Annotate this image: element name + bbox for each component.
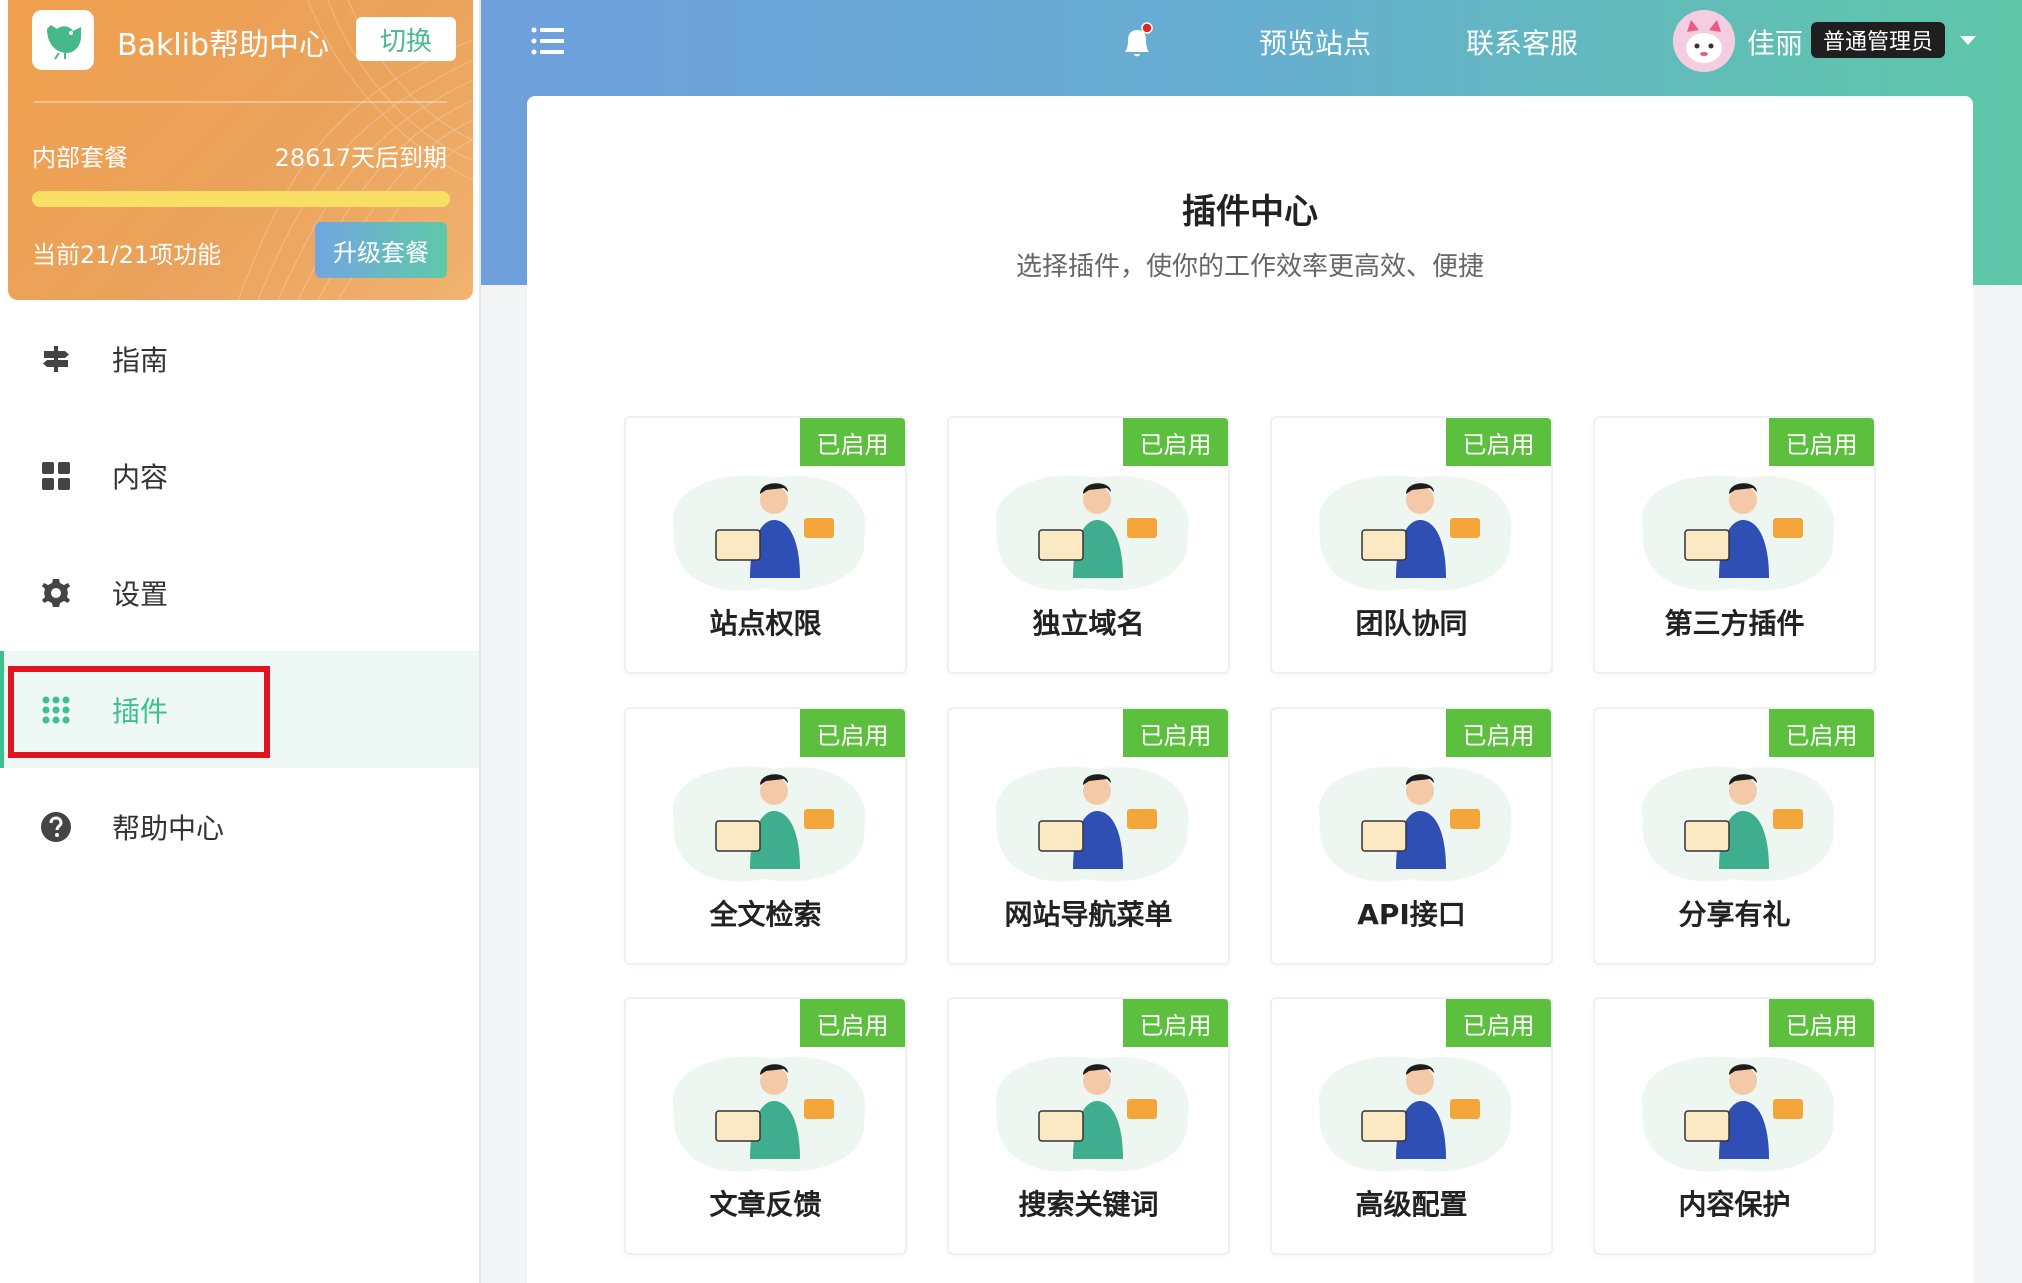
sidebar-item-help-center[interactable]: 帮助中心 xyxy=(0,768,479,885)
enabled-badge: 已启用 xyxy=(1123,418,1228,466)
plugin-illustration-icon xyxy=(1641,1056,1835,1172)
plugin-label: 文章反馈 xyxy=(709,1188,822,1221)
plugin-label: 搜索关键词 xyxy=(1018,1188,1159,1221)
sidebar-item-label: 内容 xyxy=(112,460,169,494)
plugin-card-advanced-config[interactable]: 已启用高级配置 xyxy=(1270,997,1553,1255)
menu-toggle-icon[interactable] xyxy=(531,26,565,60)
user-name[interactable]: 佳丽 xyxy=(1747,22,1803,62)
contact-support-link[interactable]: 联系客服 xyxy=(1466,22,1578,62)
plugin-illustration-icon xyxy=(672,766,866,882)
plugin-card-api-interface[interactable]: 已启用 API接口 xyxy=(1270,707,1553,965)
plugin-center-panel: 插件中心 选择插件，使你的工作效率更高效、便捷 已启用 站点权限 已启用 独立域名 已启… xyxy=(527,96,1973,1283)
plugin-label: 网站导航菜单 xyxy=(1004,898,1173,931)
plugin-card-third-party-plugins[interactable]: 已启用第三方插件 xyxy=(1593,416,1876,674)
enabled-badge: 已启用 xyxy=(800,999,905,1047)
plugin-illustration-icon xyxy=(995,1056,1189,1172)
enabled-badge: 已启用 xyxy=(1123,999,1228,1047)
page-subtitle: 选择插件，使你的工作效率更高效、便捷 xyxy=(1015,252,1484,282)
signpost-icon xyxy=(40,343,72,375)
plugin-label: 独立域名 xyxy=(1032,607,1145,640)
enabled-badge: 已启用 xyxy=(1123,709,1228,757)
sidebar-item-label: 指南 xyxy=(112,343,169,377)
plugin-card-site-permissions[interactable]: 已启用站点权限 xyxy=(624,416,907,674)
plan-card: Baklib帮助中心 切换 内部套餐 28617天后到期 当前21/21项功能 … xyxy=(8,0,473,300)
page-title: 插件中心 xyxy=(1182,192,1318,232)
plan-progress-fill xyxy=(32,191,450,207)
plugin-label: 第三方插件 xyxy=(1664,607,1805,640)
plugin-illustration-icon xyxy=(995,766,1189,882)
question-circle-icon xyxy=(40,811,72,843)
plugin-card-team-collaboration[interactable]: 已启用团队协同 xyxy=(1270,416,1553,674)
sidebar-item-label: 设置 xyxy=(112,577,169,611)
enabled-badge: 已启用 xyxy=(1446,999,1551,1047)
plugin-card-full-text-search[interactable]: 已启用全文检索 xyxy=(624,707,907,965)
plugin-illustration-icon xyxy=(1641,766,1835,882)
plugin-label: 内容保护 xyxy=(1678,1188,1791,1221)
sidebar: Baklib帮助中心 切换 内部套餐 28617天后到期 当前21/21项功能 … xyxy=(0,0,481,1283)
enabled-badge: 已启用 xyxy=(1769,999,1874,1047)
plugin-illustration-icon xyxy=(672,475,866,591)
upgrade-plan-button[interactable]: 升级套餐 xyxy=(315,222,447,278)
gear-icon xyxy=(40,577,72,609)
plugin-card-content-protection[interactable]: 已启用内容保护 xyxy=(1593,997,1876,1255)
grid-icon xyxy=(40,460,72,492)
plugin-illustration-icon xyxy=(672,1056,866,1172)
plugin-card-site-navigation-menu[interactable]: 已启用网站导航菜单 xyxy=(947,707,1230,965)
enabled-badge: 已启用 xyxy=(800,709,905,757)
sidebar-item-guide[interactable]: 指南 xyxy=(0,300,479,417)
plugin-label: 高级配置 xyxy=(1355,1188,1468,1221)
plugin-label: 分享有礼 xyxy=(1678,898,1791,931)
plugin-card-search-keywords[interactable]: 已启用搜索关键词 xyxy=(947,997,1230,1255)
sidebar-nav: 指南 内容 设置 插件 帮助中心 xyxy=(0,300,479,885)
brand-name: Baklib帮助中心 xyxy=(117,28,330,63)
sidebar-item-label: 插件 xyxy=(112,694,169,728)
divider xyxy=(34,101,447,103)
plugin-card-article-feedback[interactable]: 已启用文章反馈 xyxy=(624,997,907,1255)
switch-button[interactable]: 切换 xyxy=(356,17,456,61)
enabled-badge: 已启用 xyxy=(1769,418,1874,466)
plugin-card-custom-domain[interactable]: 已启用独立域名 xyxy=(947,416,1230,674)
plan-expire: 28617天后到期 xyxy=(274,144,447,172)
plan-features: 当前21/21项功能 xyxy=(32,241,222,269)
plugin-label: 站点权限 xyxy=(709,607,822,640)
enabled-badge: 已启用 xyxy=(1446,709,1551,757)
dots-grid-icon xyxy=(40,694,72,726)
plugin-card-share-rewards[interactable]: 已启用分享有礼 xyxy=(1593,707,1876,965)
sidebar-item-plugins[interactable]: 插件 xyxy=(0,651,479,768)
avatar[interactable] xyxy=(1673,10,1735,72)
plugin-illustration-icon xyxy=(1318,1056,1512,1172)
sidebar-item-content[interactable]: 内容 xyxy=(0,417,479,534)
plugin-illustration-icon xyxy=(1641,475,1835,591)
notification-bell-icon[interactable] xyxy=(1117,22,1157,66)
role-badge: 普通管理员 xyxy=(1811,22,1946,58)
plugin-label: 团队协同 xyxy=(1355,607,1468,640)
enabled-badge: 已启用 xyxy=(1769,709,1874,757)
enabled-badge: 已启用 xyxy=(1446,418,1551,466)
preview-site-link[interactable]: 预览站点 xyxy=(1259,22,1371,62)
bird-logo-icon xyxy=(47,25,81,60)
plugin-illustration-icon xyxy=(1318,766,1512,882)
enabled-badge: 已启用 xyxy=(800,418,905,466)
sidebar-item-label: 帮助中心 xyxy=(112,811,225,845)
sidebar-item-settings[interactable]: 设置 xyxy=(0,534,479,651)
plan-progress-bar xyxy=(32,191,450,207)
plugin-label: 全文检索 xyxy=(709,898,822,931)
plugin-illustration-icon xyxy=(1318,475,1512,591)
plugin-illustration-icon xyxy=(995,475,1189,591)
plan-name: 内部套餐 xyxy=(32,144,128,172)
chevron-down-icon[interactable] xyxy=(1960,36,1976,45)
plugin-label: API接口 xyxy=(1357,898,1466,931)
brand-logo xyxy=(32,10,94,70)
